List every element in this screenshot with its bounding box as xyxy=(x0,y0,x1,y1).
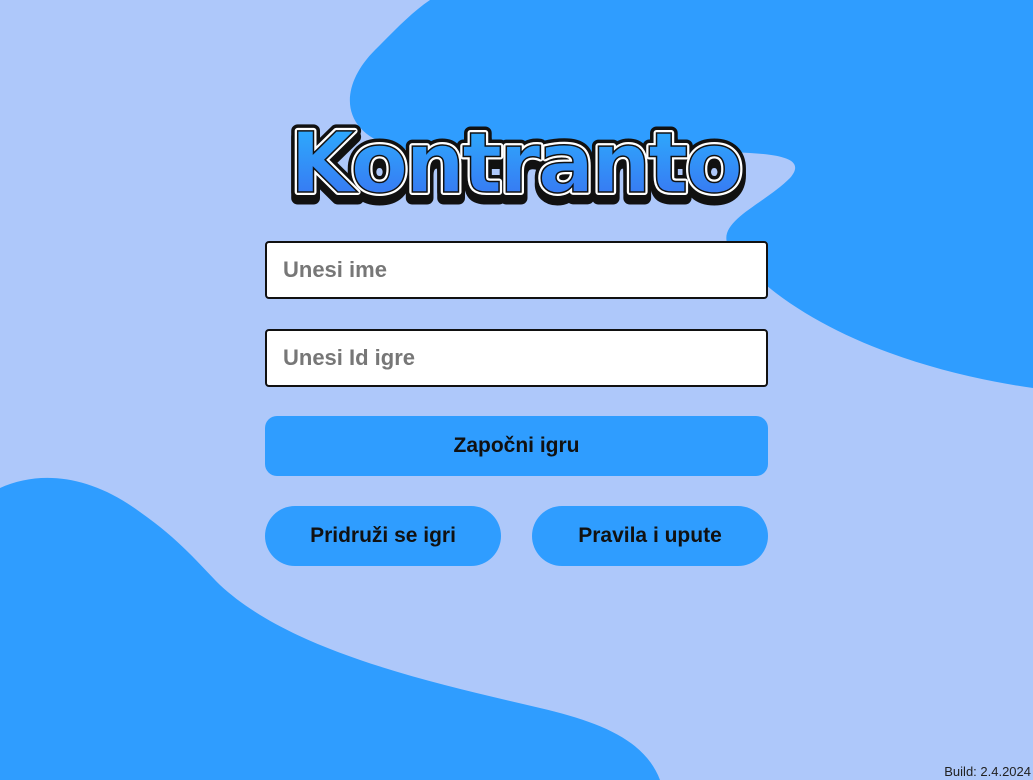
rules-button[interactable]: Pravila i upute xyxy=(532,506,768,566)
kontranto-logo: Kontranto Kontranto Kontranto Kontranto xyxy=(283,112,749,217)
join-game-button[interactable]: Pridruži se igri xyxy=(265,506,501,566)
build-version: Build: 2.4.2024 xyxy=(944,764,1031,779)
name-input[interactable] xyxy=(265,241,768,299)
svg-text:Kontranto: Kontranto xyxy=(290,114,740,212)
start-game-button[interactable]: Započni igru xyxy=(265,416,768,476)
game-id-input[interactable] xyxy=(265,329,768,387)
